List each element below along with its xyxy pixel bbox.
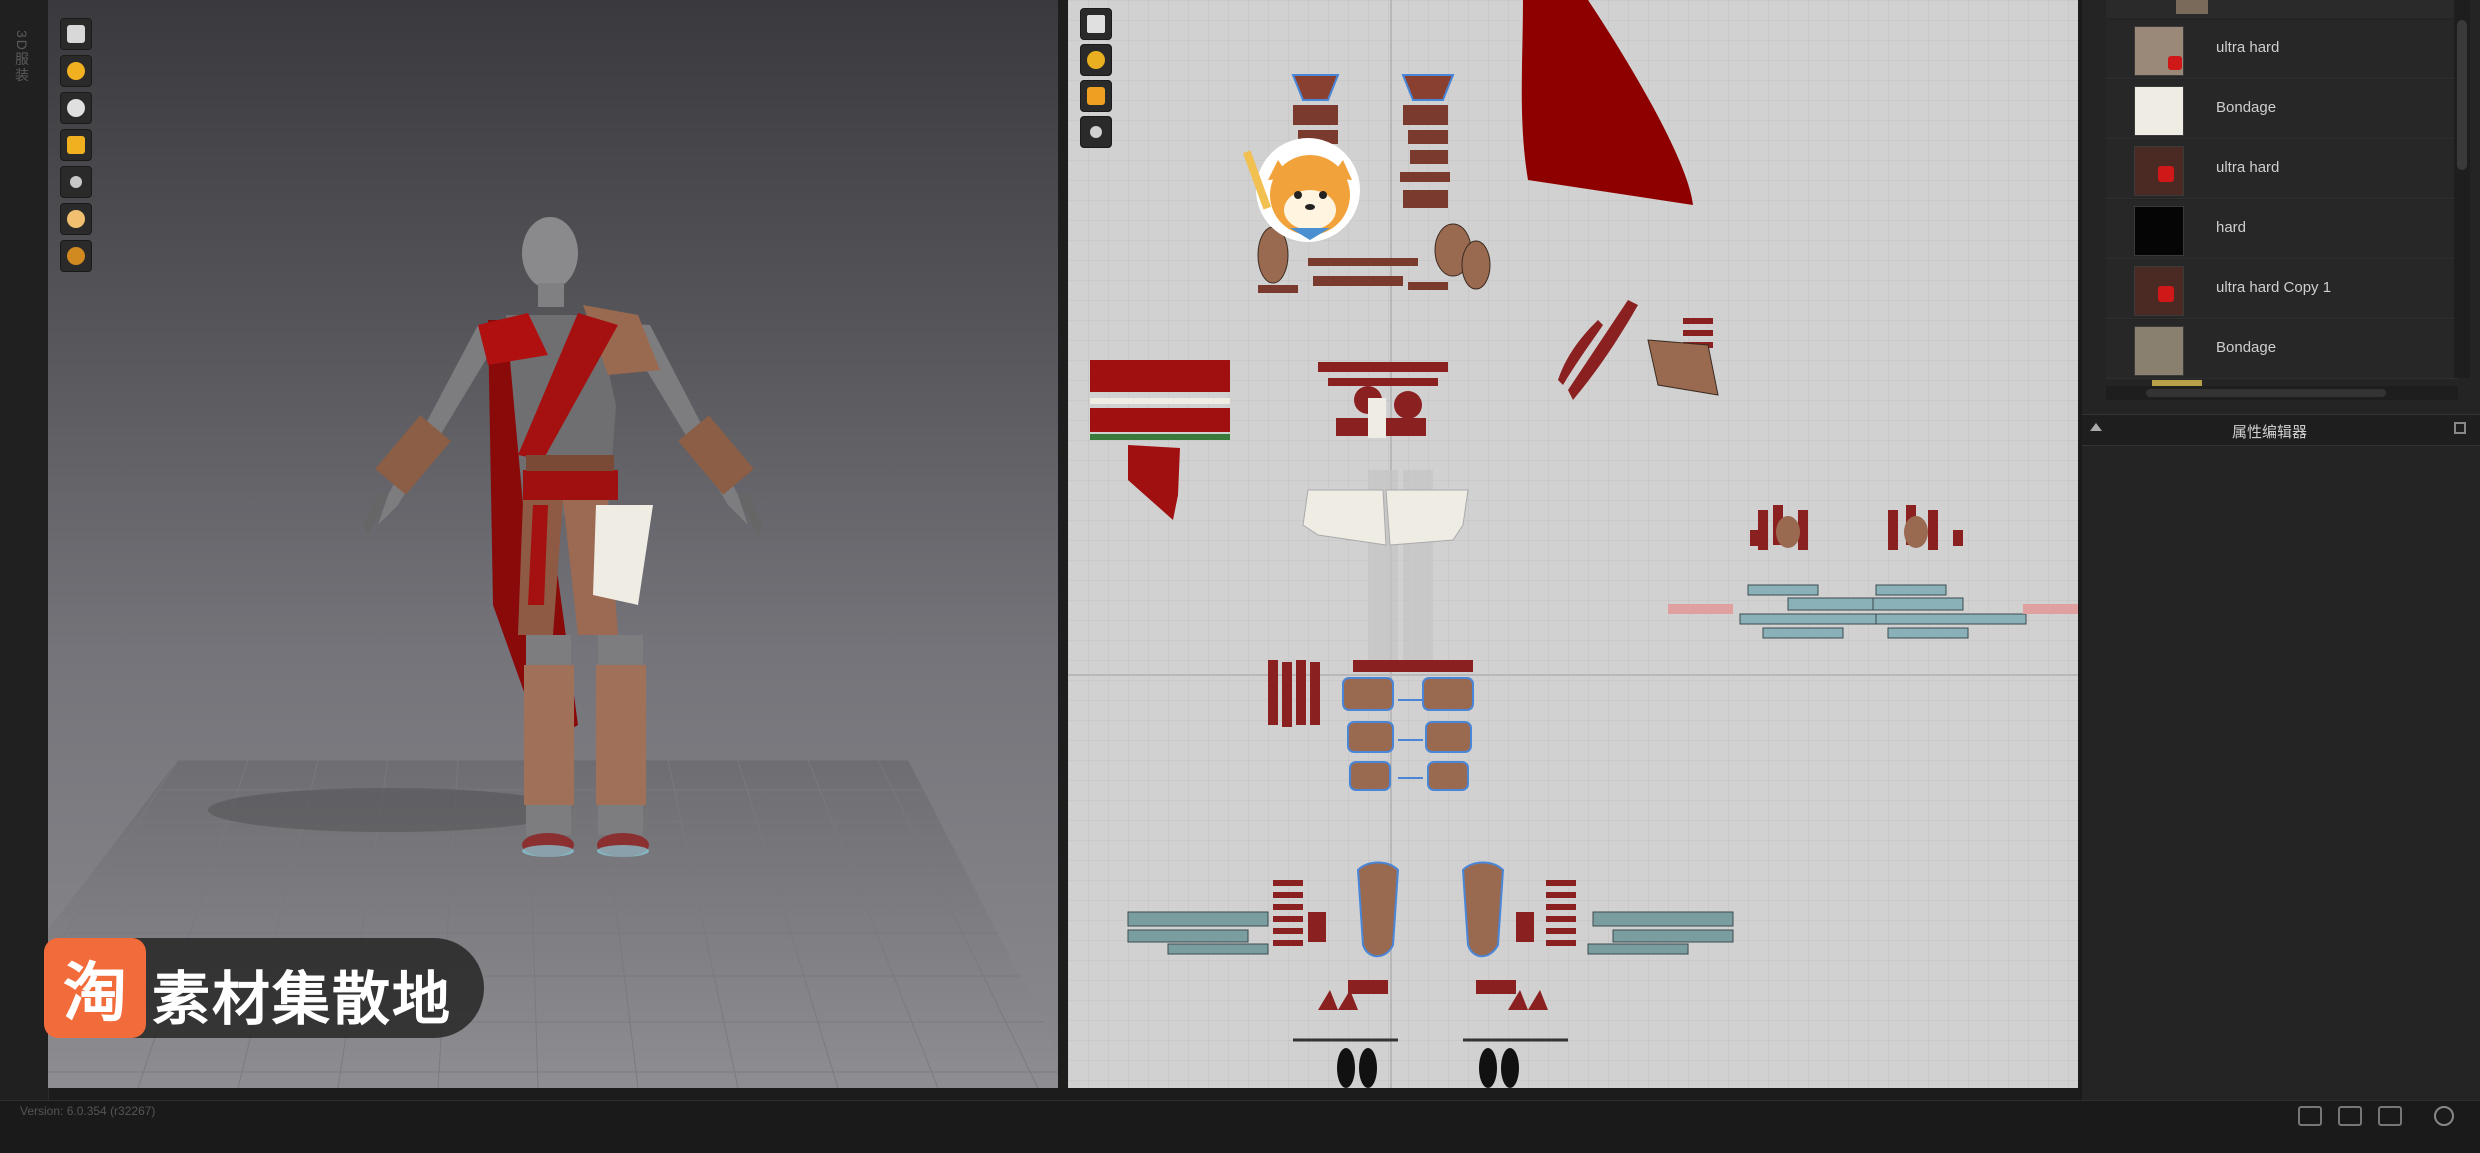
status-bar <box>0 1100 2480 1153</box>
scrollbar-thumb[interactable] <box>2457 20 2467 170</box>
hscroll-thumb[interactable] <box>2146 389 2386 397</box>
segment-icon[interactable] <box>1080 80 1112 112</box>
avatar-icon[interactable] <box>60 92 92 124</box>
view-divider[interactable] <box>1058 0 1068 1090</box>
right-panel: ultra hard Bondage ultra hard hard ultra… <box>2080 0 2480 1100</box>
material-item[interactable]: Bondage <box>2106 320 2458 379</box>
horizontal-scrollbar[interactable] <box>2106 386 2458 400</box>
garment-icon[interactable] <box>60 18 92 50</box>
texture-icon[interactable] <box>60 129 92 161</box>
substance-badge-icon <box>2158 286 2174 302</box>
material-list-top <box>2106 0 2458 18</box>
left-side-strip: 3D服装 <box>0 0 49 1100</box>
split-view-icon[interactable] <box>2338 1106 2362 1126</box>
material-item[interactable]: ultra hard Copy 1 <box>2106 260 2458 319</box>
select-icon[interactable] <box>1080 8 1112 40</box>
material-label: Bondage <box>2216 99 2277 116</box>
3d-viewport[interactable] <box>48 0 1058 1088</box>
property-editor-header: 属性编辑器 <box>2082 414 2480 446</box>
transform-icon[interactable] <box>1080 44 1112 76</box>
material-item[interactable]: Bondage <box>2106 80 2458 139</box>
pin-icon[interactable] <box>60 166 92 198</box>
2d-pattern-viewport[interactable] <box>1068 0 2078 1088</box>
face-icon[interactable] <box>60 203 92 235</box>
material-label: ultra hard <box>2216 159 2280 176</box>
single-view-icon[interactable] <box>2298 1106 2322 1126</box>
material-item[interactable]: ultra hard <box>2106 140 2458 199</box>
property-editor-title: 属性编辑器 <box>2232 424 2308 441</box>
material-thumb <box>2134 206 2184 256</box>
detach-panel-icon[interactable] <box>2454 422 2466 434</box>
pattern-pieces <box>1068 0 2078 1088</box>
material-item[interactable]: hard <box>2106 200 2458 259</box>
material-thumb <box>2134 86 2184 136</box>
material-thumb-partial <box>2176 0 2208 14</box>
rotate-icon[interactable] <box>60 55 92 87</box>
material-label: ultra hard Copy 1 <box>2216 279 2332 296</box>
collapse-arrow-icon[interactable] <box>2090 423 2102 431</box>
taobao-logo: 淘 <box>44 938 146 1038</box>
skin-icon[interactable] <box>60 240 92 272</box>
watermark-text: 素材集散地 <box>152 967 453 1032</box>
material-label: hard <box>2216 219 2247 236</box>
version-label: Version: 6.0.354 (r32267) <box>20 1104 156 1118</box>
point-icon[interactable] <box>1080 116 1112 148</box>
refresh-icon[interactable] <box>2434 1106 2454 1126</box>
left-strip-label: 3D服装 <box>14 30 30 84</box>
substance-badge-icon <box>2168 56 2182 70</box>
material-list-scrollbar[interactable] <box>2454 0 2470 378</box>
material-item[interactable]: ultra hard <box>2106 20 2458 79</box>
material-label: Bondage <box>2216 339 2277 356</box>
material-label: ultra hard <box>2216 39 2280 56</box>
substance-badge-icon <box>2158 166 2174 182</box>
material-thumb <box>2134 326 2184 376</box>
grid-view-icon[interactable] <box>2378 1106 2402 1126</box>
avatar-figure[interactable] <box>278 205 838 895</box>
